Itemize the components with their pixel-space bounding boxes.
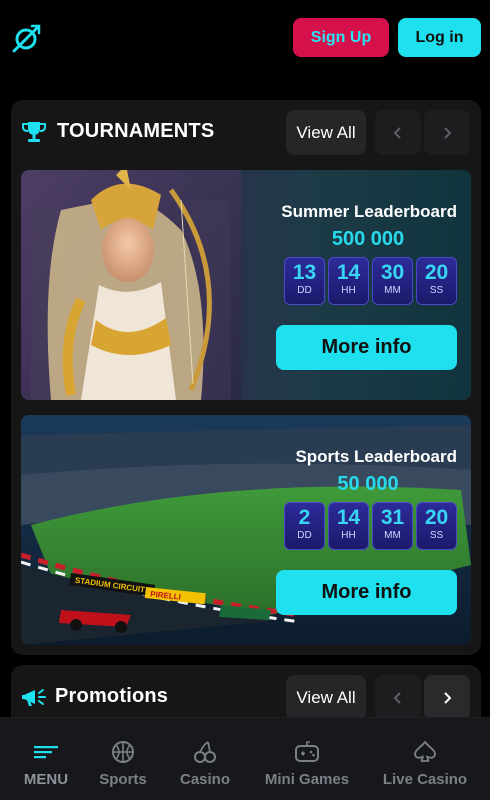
countdown-days: 13 DD bbox=[284, 257, 325, 305]
nav-item-sports[interactable]: Sports bbox=[96, 718, 150, 800]
more-info-button[interactable]: More info bbox=[276, 325, 457, 370]
promotions-next-button[interactable] bbox=[424, 675, 470, 720]
nav-item-live-casino[interactable]: Live Casino bbox=[382, 718, 468, 800]
tournaments-section: TOURNAMENTS View All Summer Leaderboard … bbox=[11, 100, 481, 655]
countdown-minutes: 30 MM bbox=[372, 257, 413, 305]
bottom-navigation: MENU Sports Casino Mini Games Live Casin… bbox=[0, 717, 490, 800]
megaphone-icon bbox=[22, 689, 46, 706]
tournaments-header: TOURNAMENTS View All bbox=[11, 100, 481, 164]
countdown-seconds: 20 SS bbox=[416, 502, 457, 550]
trophy-icon bbox=[22, 122, 46, 142]
nav-label: Sports bbox=[99, 771, 147, 788]
login-button[interactable]: Log in bbox=[398, 18, 481, 57]
nav-label: MENU bbox=[23, 771, 69, 788]
countdown-hours: 14 HH bbox=[328, 502, 369, 550]
tournament-info: Summer Leaderboard 500 000 13 DD 14 HH 30 M… bbox=[267, 202, 457, 370]
countdown-days: 2 DD bbox=[284, 502, 325, 550]
countdown-minutes: 31 MM bbox=[372, 502, 413, 550]
menu-icon bbox=[34, 746, 58, 759]
countdown-timer: 13 DD 14 HH 30 MM 20 SS bbox=[267, 257, 457, 305]
promotions-prev-button[interactable] bbox=[375, 675, 421, 720]
more-info-button[interactable]: More info bbox=[276, 570, 457, 615]
chevron-right-icon bbox=[444, 691, 452, 704]
tournament-name: Summer Leaderboard bbox=[281, 202, 457, 221]
promotions-view-all-button[interactable]: View All bbox=[286, 675, 366, 720]
tournaments-next-button[interactable] bbox=[424, 110, 470, 155]
signup-button[interactable]: Sign Up bbox=[293, 18, 389, 57]
nav-item-menu[interactable]: MENU bbox=[20, 718, 72, 800]
cherries-icon bbox=[194, 741, 216, 763]
countdown-timer: 2 DD 14 HH 31 MM 20 SS bbox=[267, 502, 457, 550]
tournament-info: Sports Leaderboard 50 000 2 DD 14 HH 31 MM … bbox=[267, 447, 457, 615]
tournament-card[interactable]: Summer Leaderboard 500 000 13 DD 14 HH 30 M… bbox=[21, 170, 471, 400]
chevron-left-icon bbox=[393, 691, 401, 704]
tournaments-view-all-button[interactable]: View All bbox=[286, 110, 366, 155]
nav-label: Live Casino bbox=[382, 771, 468, 788]
countdown-seconds: 20 SS bbox=[416, 257, 457, 305]
nav-item-casino[interactable]: Casino bbox=[176, 718, 234, 800]
chevron-left-icon bbox=[393, 126, 401, 139]
basketball-icon bbox=[112, 741, 134, 763]
nav-label: Mini Games bbox=[264, 771, 350, 788]
countdown-hours: 14 HH bbox=[328, 257, 369, 305]
logo-icon[interactable] bbox=[10, 22, 42, 54]
goddess-archer-image bbox=[21, 170, 241, 400]
tournament-prize: 50 000 bbox=[337, 473, 399, 495]
tournament-name: Sports Leaderboard bbox=[295, 447, 457, 466]
nav-item-mini-games[interactable]: Mini Games bbox=[262, 718, 352, 800]
tournament-card[interactable]: STADIUM CIRCUIT PIRELLI Sports Leaderboa… bbox=[21, 415, 471, 645]
chevron-right-icon bbox=[444, 126, 452, 139]
tournament-prize: 500 000 bbox=[331, 228, 405, 250]
tournaments-title: TOURNAMENTS bbox=[57, 120, 215, 142]
nav-label: Casino bbox=[179, 771, 230, 788]
top-header: Sign Up Log in bbox=[0, 0, 490, 76]
spade-icon bbox=[414, 741, 436, 762]
tournaments-prev-button[interactable] bbox=[375, 110, 421, 155]
gamepad-icon bbox=[295, 741, 319, 762]
promotions-title: Promotions bbox=[55, 685, 169, 707]
